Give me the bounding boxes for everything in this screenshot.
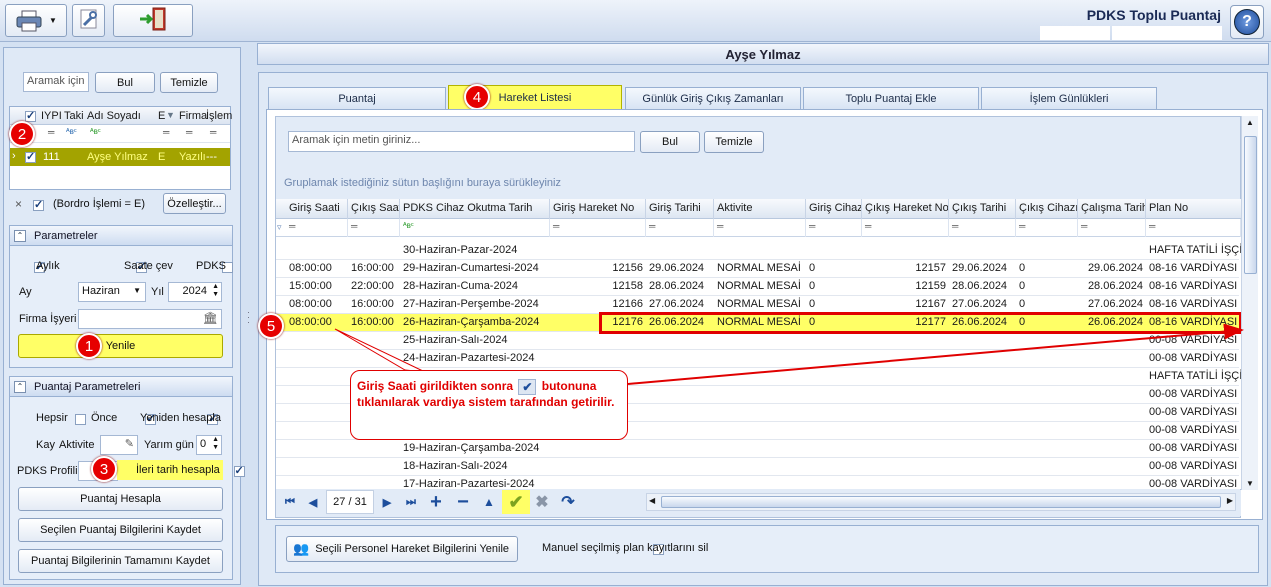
callout-box: Giriş Saati girildikten sonra ✔ butonuna… (350, 370, 628, 440)
callout-arrow (627, 323, 1244, 385)
callout-text-1: Giriş Saati girildikten sonra (357, 379, 514, 394)
callout-pointer (334, 328, 426, 373)
checkmark-icon: ✔ (518, 379, 537, 395)
callout-arrows (334, 323, 1244, 385)
